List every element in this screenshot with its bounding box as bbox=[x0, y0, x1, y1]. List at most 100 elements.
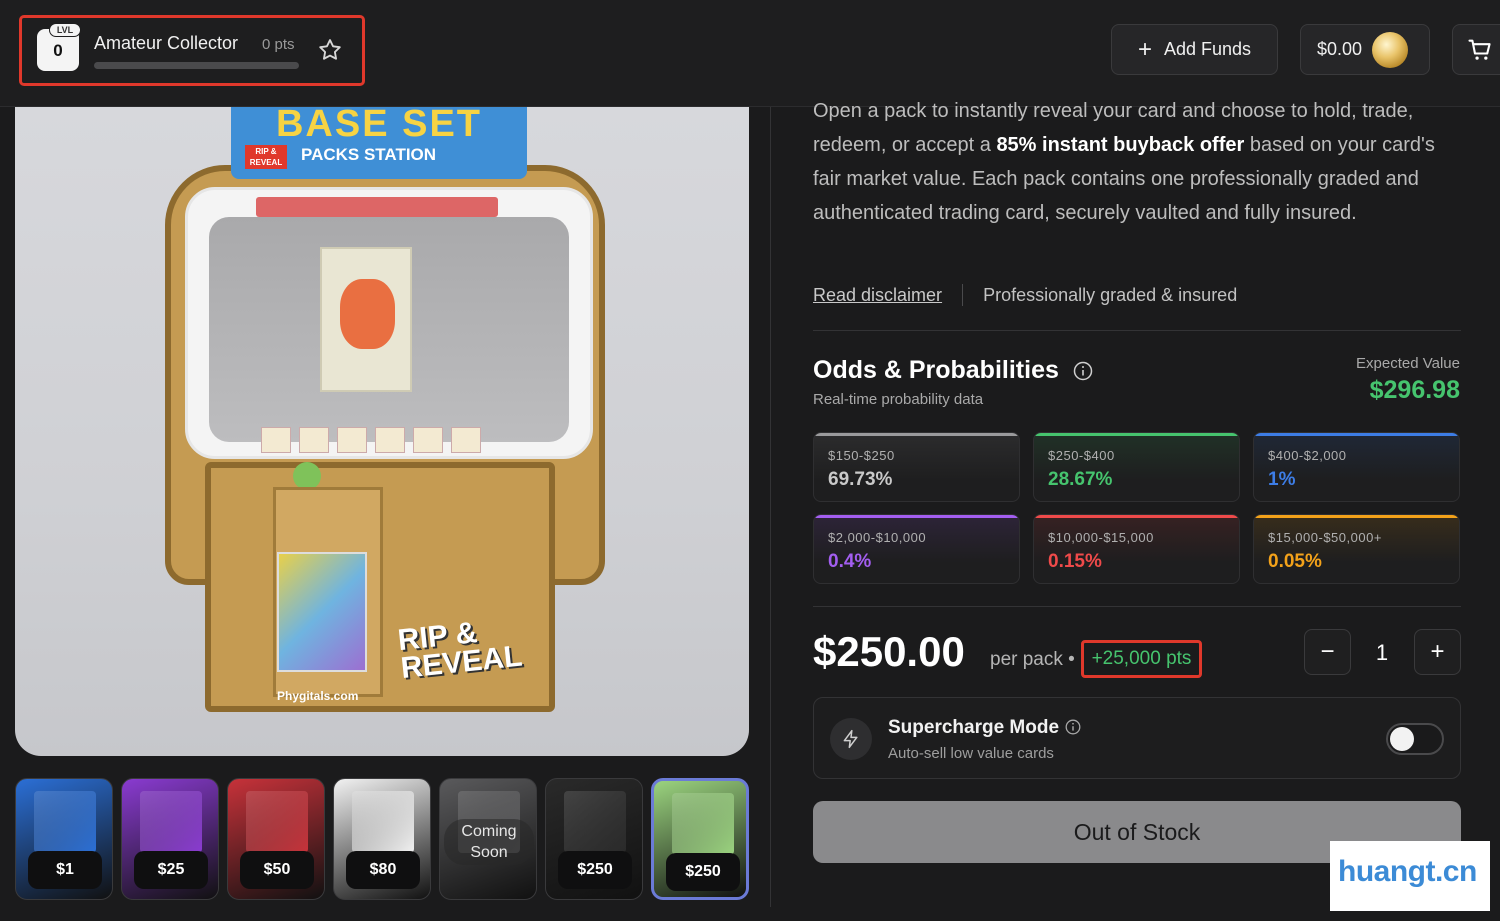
star-icon[interactable] bbox=[316, 36, 344, 64]
divider bbox=[813, 606, 1461, 607]
graded-note: Professionally graded & insured bbox=[983, 284, 1238, 305]
read-disclaimer-link[interactable]: Read disclaimer bbox=[813, 285, 942, 306]
per-pack-label: per pack • bbox=[990, 649, 1075, 670]
tier-probability: 28.67% bbox=[1048, 469, 1113, 490]
joystick-knob bbox=[293, 462, 321, 490]
column-divider bbox=[770, 107, 771, 907]
tier-range: $15,000-$50,000+ bbox=[1268, 530, 1382, 545]
pack-art bbox=[140, 791, 202, 853]
supercharge-info-icon[interactable] bbox=[1065, 719, 1081, 735]
pack-price: $250.00 bbox=[813, 628, 965, 675]
plus-icon: + bbox=[1137, 35, 1152, 63]
wallet-balance-button[interactable]: $0.00 bbox=[1300, 24, 1430, 75]
pack-art bbox=[564, 791, 626, 853]
quantity-increase-button[interactable]: + bbox=[1414, 629, 1461, 675]
claw-rail bbox=[256, 197, 498, 217]
odds-tier-card: $10,000-$15,000 0.15% bbox=[1033, 514, 1240, 584]
site-text: Phygitals.com bbox=[277, 689, 359, 703]
sign-subtitle: PACKS STATION bbox=[301, 145, 437, 164]
card-row bbox=[261, 427, 481, 453]
tier-accent bbox=[814, 515, 1019, 518]
level-badge: LVL 0 bbox=[37, 23, 81, 71]
pack-thumbnail[interactable]: $1 bbox=[15, 778, 113, 900]
coming-soon-label: Coming Soon bbox=[444, 819, 534, 865]
odds-tier-card: $250-$400 28.67% bbox=[1033, 432, 1240, 502]
cart-icon bbox=[1468, 39, 1491, 60]
add-funds-button[interactable]: + Add Funds bbox=[1111, 24, 1278, 75]
hanging-pack bbox=[320, 247, 412, 392]
pack-description: Open a pack to instantly reveal your car… bbox=[813, 94, 1463, 230]
toggle-knob bbox=[1390, 727, 1414, 751]
tier-range: $10,000-$15,000 bbox=[1048, 530, 1154, 545]
tier-accent bbox=[1034, 515, 1239, 518]
thumbnail-price: $1 bbox=[28, 851, 102, 889]
points-bonus: +25,000 pts bbox=[1081, 640, 1202, 678]
quantity-value: 1 bbox=[1375, 640, 1389, 665]
odds-tier-card: $400-$2,000 1% bbox=[1253, 432, 1460, 502]
pack-thumbnail[interactable]: $250 bbox=[545, 778, 643, 900]
supercharge-panel: Supercharge Mode Auto-sell low value car… bbox=[813, 697, 1461, 779]
tier-accent bbox=[1254, 433, 1459, 436]
supercharge-toggle[interactable] bbox=[1386, 723, 1444, 755]
pack-thumbnail[interactable]: $25 bbox=[121, 778, 219, 900]
thumbnail-price: $80 bbox=[346, 851, 420, 889]
odds-tier-card: $15,000-$50,000+ 0.05% bbox=[1253, 514, 1460, 584]
display-pack bbox=[277, 552, 367, 672]
level-tag: LVL bbox=[49, 23, 81, 37]
sign-title: BASE SET bbox=[275, 107, 483, 145]
lightning-icon bbox=[830, 718, 872, 760]
pack-thumbnail[interactable]: Coming Soon bbox=[439, 778, 537, 900]
odds-tier-card: $2,000-$10,000 0.4% bbox=[813, 514, 1020, 584]
pack-art bbox=[352, 791, 414, 853]
tier-probability: 0.05% bbox=[1268, 551, 1322, 572]
cart-button[interactable] bbox=[1452, 24, 1500, 75]
tier-range: $2,000-$10,000 bbox=[828, 530, 927, 545]
balance-amount: $0.00 bbox=[1317, 39, 1363, 59]
pack-art bbox=[246, 791, 308, 853]
tier-accent bbox=[1254, 515, 1459, 518]
machine-sign: BASE SET RIP & REVEAL PACKS STATION bbox=[231, 107, 527, 179]
rank-points: 0 pts bbox=[262, 36, 295, 53]
tier-accent bbox=[1034, 433, 1239, 436]
watermark: huangt.cn bbox=[1330, 841, 1490, 911]
description-bold: 85% instant buyback offer bbox=[996, 134, 1245, 156]
coin-icon bbox=[1372, 31, 1409, 68]
rank-progress-bar bbox=[94, 62, 299, 69]
quantity-decrease-button[interactable]: − bbox=[1304, 629, 1351, 675]
supercharge-title: Supercharge Mode bbox=[888, 717, 1060, 738]
pack-thumbnail[interactable]: $80 bbox=[333, 778, 431, 900]
sign-badge: RIP & REVEAL bbox=[245, 145, 287, 169]
disclaimer-row: Read disclaimer Professionally graded & … bbox=[813, 284, 1237, 306]
level-number: 0 bbox=[53, 41, 63, 60]
tier-probability: 0.15% bbox=[1048, 551, 1102, 572]
top-bar: LVL 0 Amateur Collector 0 pts + Add Fund… bbox=[0, 0, 1500, 107]
odds-subtitle: Real-time probability data bbox=[813, 391, 984, 408]
pack-thumbnail[interactable]: $50 bbox=[227, 778, 325, 900]
tier-range: $400-$2,000 bbox=[1268, 448, 1347, 463]
disclaimer-separator bbox=[962, 284, 964, 306]
rip-reveal-sign: RIP & REVEAL bbox=[396, 616, 524, 686]
watermark-text: huangt.cn bbox=[1338, 855, 1477, 888]
expected-value: $296.98 bbox=[1369, 376, 1460, 404]
pack-art bbox=[672, 793, 734, 855]
tier-accent bbox=[814, 433, 1019, 436]
divider bbox=[813, 330, 1461, 331]
tier-probability: 69.73% bbox=[828, 469, 893, 490]
odds-title: Odds & Probabilities bbox=[813, 356, 1059, 384]
product-image: RIP & REVEAL Phygitals.com BASE SET RIP … bbox=[15, 107, 749, 756]
thumbnail-price: $25 bbox=[134, 851, 208, 889]
expected-value-label: Expected Value bbox=[1356, 355, 1460, 372]
tier-range: $250-$400 bbox=[1048, 448, 1115, 463]
odds-tier-card: $150-$250 69.73% bbox=[813, 432, 1020, 502]
add-funds-label: Add Funds bbox=[1163, 39, 1252, 59]
tier-range: $150-$250 bbox=[828, 448, 895, 463]
tier-probability: 0.4% bbox=[828, 551, 872, 572]
supercharge-subtitle: Auto-sell low value cards bbox=[888, 745, 1054, 762]
pack-thumbnail[interactable]: $250 bbox=[651, 778, 749, 900]
thumbnail-price: $250 bbox=[666, 853, 740, 891]
info-icon[interactable] bbox=[1073, 361, 1093, 381]
thumbnail-price: $50 bbox=[240, 851, 314, 889]
thumbnail-price: $250 bbox=[558, 851, 632, 889]
pack-art bbox=[34, 791, 96, 853]
rank-name: Amateur Collector bbox=[94, 33, 239, 53]
